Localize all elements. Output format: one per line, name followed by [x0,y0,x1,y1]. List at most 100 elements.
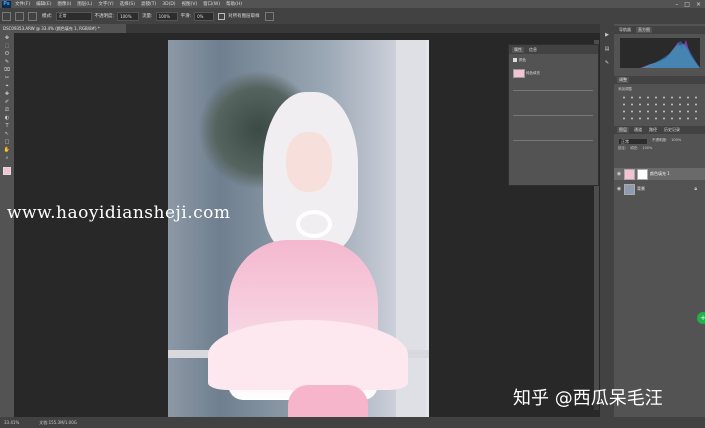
properties-divider [513,140,593,141]
layer-name[interactable]: 颜色填充 1 [650,171,670,177]
photoshop-logo: Ps [2,0,11,8]
lock-row: 锁定: 填充: 100% [618,146,652,150]
layer-mask-thumbnail[interactable] [637,168,648,180]
mode-select[interactable]: 正常 [55,11,92,21]
photo-canvas[interactable] [168,40,429,417]
tab-layers[interactable]: 图层 [617,127,629,133]
menu-select[interactable]: 选择(S) [120,1,135,7]
lock-icon: 🔒︎ [694,186,697,192]
pressure-icon[interactable] [264,11,274,21]
foreground-color-swatch[interactable] [3,167,11,175]
figure-skirt [208,320,408,390]
adjustment-icons-grid[interactable] [620,94,698,120]
fill-value[interactable]: 100% [642,146,652,150]
menu-edit[interactable]: 编辑(E) [36,1,51,7]
sample-all-label: 对所有图层取样 [228,14,260,19]
blend-mode-row: 正常 不透明度: 100% [618,138,681,145]
menu-help[interactable]: 帮助(H) [226,1,242,7]
properties-title: 颜色 [519,58,526,62]
shape-tool-icon[interactable]: □ [3,139,11,145]
menu-image[interactable]: 图像(I) [57,1,71,7]
tab-properties[interactable]: 属性 [512,46,524,53]
layers-opacity-label: 不透明度: [652,138,668,142]
layers-opacity-value[interactable]: 100% [671,138,681,142]
zhihu-watermark: 知乎 @西瓜呆毛汪 [513,388,663,409]
status-zoom[interactable]: 33.41% [4,420,19,425]
sample-all-checkbox[interactable] [218,12,226,20]
marquee-tool-icon[interactable]: ⬚ [3,43,11,49]
menu-filter[interactable]: 滤镜(T) [141,1,156,7]
path-select-tool-icon[interactable]: ↖ [3,131,11,137]
fill-color-swatch[interactable] [513,69,525,78]
blend-mode-select[interactable]: 正常 [618,138,648,145]
move-tool-icon[interactable]: ✥ [3,35,11,41]
brush-settings-icon[interactable] [15,11,24,21]
opacity-input[interactable]: 100% [117,11,140,21]
histogram-blue [646,41,700,68]
plus-icon[interactable]: + [697,312,705,324]
quick-select-tool-icon[interactable]: ✎ [3,59,11,65]
tab-history[interactable]: 历史记录 [662,127,682,133]
play-icon[interactable]: ▶ [603,32,611,38]
layer-row-background[interactable]: ◉ 背景 🔒︎ [614,183,705,195]
menu-type[interactable]: 文字(Y) [98,1,113,7]
close-button[interactable]: × [696,1,701,8]
menu-file[interactable]: 文件(F) [15,1,30,7]
history-icon[interactable]: ▤ [603,46,611,52]
healing-tool-icon[interactable]: ✚ [3,91,11,97]
stamp-tool-icon[interactable]: ⎚ [3,107,11,113]
smooth-label: 平滑: [180,14,192,19]
dodge-tool-icon[interactable]: ◐ [3,115,11,121]
eyedropper-tool-icon[interactable]: ⌖ [3,83,11,89]
zoom-tool-icon[interactable]: ⌕ [3,155,11,161]
properties-layer-label: 纯色填充 [526,71,540,75]
url-watermark: www.haoyidiansheji.com [7,203,231,223]
tab-histogram[interactable]: 直方图 [636,27,652,33]
clone-source-icon[interactable] [28,11,37,21]
flow-label: 流量: [142,14,153,19]
brush-panel-icon[interactable]: ✎ [603,60,611,66]
eye-icon[interactable]: ◉ [614,171,624,177]
minimize-button[interactable]: – [675,1,678,8]
tab-channels[interactable]: 通道 [632,127,644,133]
tab-info[interactable]: 信息 [527,47,539,53]
hand-tool-icon[interactable]: ✋ [3,147,11,153]
histogram-panel-header: 导航器 直方图 [614,26,705,34]
tab-navigator[interactable]: 导航器 [617,27,633,33]
menu-3d[interactable]: 3D(D) [162,2,175,7]
flow-input[interactable]: 100% [155,11,178,21]
menu-window[interactable]: 窗口(W) [203,1,220,7]
brush-preset-icon[interactable] [2,11,11,21]
slice-tool-icon[interactable]: ✂ [3,75,11,81]
layers-panel-header: 图层 通道 路径 历史记录 [614,126,705,134]
right-panels: 导航器 直方图 调整 添加调整 图层 通道 路径 历史记录 正常 不透明度: 1… [614,24,705,417]
figure-face [286,132,332,192]
properties-divider [513,115,593,116]
tools-panel: ✥ ⬚ ʘ ✎ ⌧ ✂ ⌖ ✚ ✐ ⎚ ◐ T ↖ □ ✋ ⌕ [0,33,14,417]
adjustments-label: 添加调整 [618,87,632,91]
brush-tool-icon[interactable]: ✐ [3,99,11,105]
tab-paths[interactable]: 路径 [647,127,659,133]
smooth-input[interactable]: 0% [194,11,215,21]
mode-label: 模式: [42,14,53,19]
layer-thumbnail [624,168,635,180]
window-controls: – □ × [675,0,701,8]
layer-thumbnail [624,183,635,195]
layer-row-color-fill[interactable]: ◉ 颜色填充 1 [614,168,705,180]
panel-dock-strip: ▶ ▤ ✎ [600,24,614,417]
maximize-button[interactable]: □ [684,1,690,8]
document-tab[interactable]: DSC09353.ARW @ 33.4% (颜色填充 1, RGB/8#) * [0,24,129,33]
eye-icon[interactable]: ◉ [614,186,624,192]
histogram-svg [640,40,700,68]
fill-label: 填充: [630,146,639,150]
type-tool-icon[interactable]: T [3,123,11,129]
lock-label: 锁定: [618,146,627,150]
fill-type-icon [513,58,517,62]
layer-name[interactable]: 背景 [637,186,645,192]
lasso-tool-icon[interactable]: ʘ [3,51,11,57]
properties-panel-header: 属性 信息 [509,45,598,54]
tab-adjustments[interactable]: 调整 [617,77,629,83]
menu-layer[interactable]: 图层(L) [77,1,92,7]
menu-view[interactable]: 视图(V) [182,1,198,7]
crop-tool-icon[interactable]: ⌧ [3,67,11,73]
